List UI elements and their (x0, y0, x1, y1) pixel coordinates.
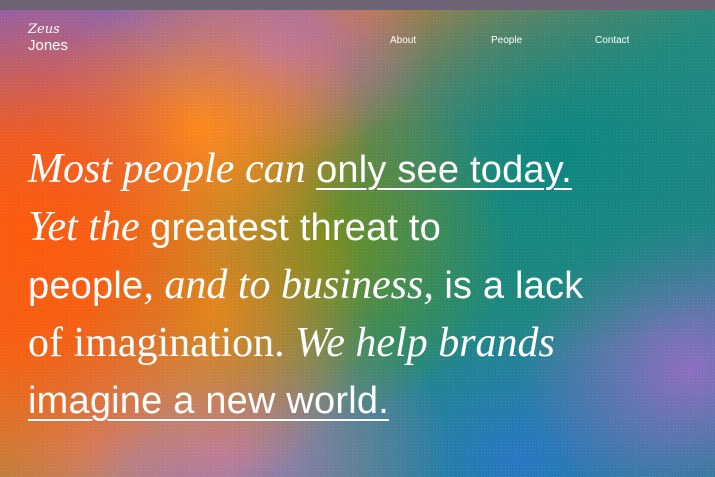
hero-text: of imagination. (28, 320, 296, 366)
nav-about-link[interactable]: About (390, 35, 416, 46)
hero-text: We help brands (295, 320, 555, 366)
top-bar (0, 0, 715, 10)
logo-text-zeus: Zeus (28, 22, 60, 37)
logo-link[interactable]: Zeus Jones (28, 23, 68, 53)
nav-people-link[interactable]: People (491, 35, 522, 46)
hero-line-2: Yet the greatest threat to (28, 198, 698, 256)
imagine-new-world-link[interactable]: imagine a new world. (28, 380, 389, 422)
logo-text-jones: Jones (28, 37, 69, 54)
hero-line-5: imagine a new world. (28, 372, 698, 430)
nav-contact-link[interactable]: Contact (595, 35, 629, 46)
hero-statement: Most people can only see today. Yet the … (28, 140, 698, 430)
hero-text: , and to business, (143, 262, 445, 308)
hero-text: Yet the (28, 204, 151, 250)
hero-line-1: Most people can only see today. (28, 140, 698, 198)
hero-line-3: people, and to business, is a lack (28, 256, 698, 314)
hero-text: greatest threat to (150, 207, 442, 249)
hero-text: people (28, 265, 144, 307)
only-see-today-link[interactable]: only see today. (316, 149, 572, 191)
hero-text: is a lack (444, 265, 584, 307)
hero-line-4: of imagination. We help brands (28, 314, 698, 372)
hero-text: Most people can (28, 146, 317, 192)
